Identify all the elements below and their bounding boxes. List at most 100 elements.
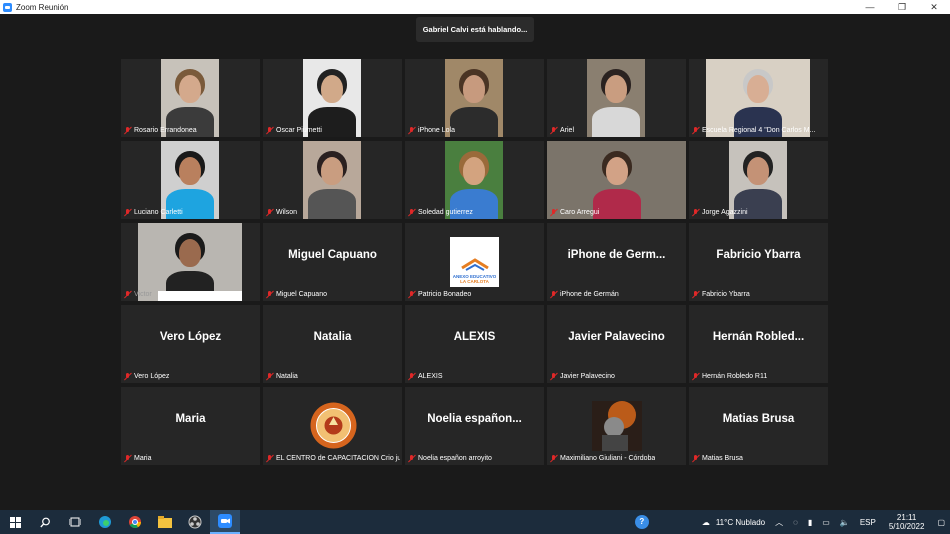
muted-mic-icon bbox=[691, 454, 700, 463]
muted-mic-icon bbox=[265, 372, 274, 381]
muted-mic-icon bbox=[123, 126, 132, 135]
participant-name-display: Noelia españon... bbox=[427, 413, 522, 425]
participant-tile[interactable]: Javier Palavecino Javier Palavecino bbox=[547, 305, 686, 383]
chrome-icon[interactable] bbox=[120, 510, 150, 534]
minimize-button[interactable]: — bbox=[854, 0, 886, 14]
obs-icon[interactable] bbox=[180, 510, 210, 534]
participant-name: Maria bbox=[134, 455, 152, 462]
muted-mic-icon bbox=[407, 290, 416, 299]
muted-mic-icon bbox=[691, 208, 700, 217]
participant-tile[interactable]: Hernán Robled... Hernán Robledo R11 bbox=[689, 305, 828, 383]
participant-tile[interactable]: Vero López Vero López bbox=[121, 305, 260, 383]
maximize-button[interactable]: ❐ bbox=[886, 0, 918, 14]
help-icon[interactable]: ? bbox=[634, 515, 649, 529]
participant-tile[interactable]: Miguel Capuano Miguel Capuano bbox=[263, 223, 402, 301]
participant-name-display: Fabricio Ybarra bbox=[716, 249, 801, 261]
participant-tile[interactable]: Luciano Carletti bbox=[121, 141, 260, 219]
participant-tile[interactable]: Soledad gutierrez bbox=[405, 141, 544, 219]
windows-start-icon[interactable] bbox=[0, 510, 30, 534]
participant-tile[interactable]: Matias Brusa Matias Brusa bbox=[689, 387, 828, 465]
edge-browser-icon[interactable] bbox=[90, 510, 120, 534]
participant-tile[interactable]: Jorge Agazzini bbox=[689, 141, 828, 219]
participant-name: Matias Brusa bbox=[702, 455, 743, 462]
participant-name: Jorge Agazzini bbox=[702, 209, 748, 216]
participant-name: Wilson bbox=[276, 209, 298, 216]
participant-name-label: Noelia españon arroyito bbox=[407, 453, 492, 464]
profile-photo bbox=[592, 401, 642, 451]
participant-name-display: Vero López bbox=[159, 331, 222, 343]
notifications-icon[interactable]: ▢ bbox=[937, 518, 945, 527]
participant-name-label: Matias Brusa bbox=[691, 453, 743, 464]
participant-name: Vero López bbox=[134, 373, 170, 380]
participant-tile[interactable]: Escuela Regional 4 "Don Carlos M... bbox=[689, 59, 828, 137]
participant-name-label: Fabricio Ybarra bbox=[691, 289, 750, 300]
participant-name-display: Matias Brusa bbox=[722, 413, 795, 425]
participant-name: Natalia bbox=[276, 373, 298, 380]
file-explorer-icon[interactable] bbox=[150, 510, 180, 534]
participant-video bbox=[587, 59, 645, 137]
muted-mic-icon bbox=[549, 126, 558, 135]
participant-name: Javier Palavecino bbox=[560, 373, 615, 380]
participant-tile[interactable]: iPhone Lola bbox=[405, 59, 544, 137]
muted-mic-icon bbox=[265, 208, 274, 217]
participant-tile[interactable]: Caro Arregui bbox=[547, 141, 686, 219]
muted-mic-icon bbox=[265, 290, 274, 299]
participant-name-label: Luciano Carletti bbox=[123, 207, 183, 218]
chevron-up-icon[interactable]: ︿ bbox=[775, 517, 783, 528]
school-logo: ANEXO EDUCATIVO LA CARLOTA bbox=[450, 237, 499, 287]
participant-name: Caro Arregui bbox=[560, 209, 600, 216]
clock[interactable]: 21:11 5/10/2022 bbox=[889, 513, 925, 531]
participant-tile[interactable]: Noelia españon... Noelia españon arroyito bbox=[405, 387, 544, 465]
participant-name-label: Escuela Regional 4 "Don Carlos M... bbox=[691, 125, 815, 136]
muted-mic-icon bbox=[549, 208, 558, 217]
participant-name-display: Miguel Capuano bbox=[288, 249, 377, 261]
muted-mic-icon bbox=[123, 454, 132, 463]
participant-tile[interactable]: Maximiliano Giuliani - Córdoba bbox=[547, 387, 686, 465]
window-titlebar: Zoom Reunión — ❐ ✕ bbox=[0, 0, 950, 14]
participant-name-display: iPhone de Germ... bbox=[567, 249, 666, 261]
participant-name-label: Caro Arregui bbox=[549, 207, 599, 218]
participant-name: Victor bbox=[134, 291, 152, 298]
participant-name: Soledad gutierrez bbox=[418, 209, 473, 216]
participant-name-label: Natalia bbox=[265, 371, 298, 382]
language-indicator[interactable]: ESP bbox=[860, 518, 876, 527]
network-icon[interactable]: ◌ bbox=[793, 518, 798, 527]
search-icon[interactable] bbox=[30, 510, 60, 534]
weather-text[interactable]: 11°C Nublado bbox=[716, 518, 765, 527]
participant-tile[interactable]: ANEXO EDUCATIVO LA CARLOTA Patricio Bonade… bbox=[405, 223, 544, 301]
muted-mic-icon bbox=[549, 290, 558, 299]
muted-mic-icon bbox=[407, 126, 416, 135]
participant-name-label: iPhone de Germán bbox=[549, 289, 619, 300]
participant-tile[interactable]: ALEXIS ALEXIS bbox=[405, 305, 544, 383]
participant-name-label: Wilson bbox=[265, 207, 297, 218]
participant-tile[interactable]: Victor bbox=[121, 223, 260, 301]
participant-tile[interactable]: EL CENTRO de CAPACITACION Crio ju... bbox=[263, 387, 402, 465]
participant-name: iPhone de Germán bbox=[560, 291, 619, 298]
volume-icon[interactable]: 🔈 bbox=[840, 518, 850, 527]
participant-tile[interactable]: Fabricio Ybarra Fabricio Ybarra bbox=[689, 223, 828, 301]
participant-tile[interactable]: Maria Maria bbox=[121, 387, 260, 465]
participant-tile[interactable]: Oscar Piumetti bbox=[263, 59, 402, 137]
battery-icon[interactable]: ▭ bbox=[822, 518, 830, 527]
muted-mic-icon bbox=[123, 372, 132, 381]
participant-tile[interactable]: Wilson bbox=[263, 141, 402, 219]
usb-icon[interactable]: ▮ bbox=[808, 518, 812, 527]
participant-name-label: iPhone Lola bbox=[407, 125, 455, 136]
participant-tile[interactable]: iPhone de Germ... iPhone de Germán bbox=[547, 223, 686, 301]
participant-tile[interactable]: Natalia Natalia bbox=[263, 305, 402, 383]
active-speaker-banner: Gabriel Calvi está hablando... bbox=[416, 17, 534, 42]
zoom-app-icon[interactable] bbox=[210, 510, 240, 534]
participant-name-label: Vero López bbox=[123, 371, 169, 382]
task-view-icon[interactable] bbox=[60, 510, 90, 534]
muted-mic-icon bbox=[407, 208, 416, 217]
participant-tile[interactable]: Rosario Errandonea bbox=[121, 59, 260, 137]
cloud-icon: ☁ bbox=[701, 517, 710, 527]
participant-tile[interactable]: Ariel bbox=[547, 59, 686, 137]
clock-time: 21:11 bbox=[896, 513, 917, 522]
participant-name-display: Maria bbox=[175, 413, 206, 425]
participant-name: Patricio Bonadeo bbox=[418, 291, 472, 298]
muted-mic-icon bbox=[691, 372, 700, 381]
participant-name-display: Javier Palavecino bbox=[568, 331, 665, 343]
close-button[interactable]: ✕ bbox=[918, 0, 950, 14]
clock-date: 5/10/2022 bbox=[888, 522, 925, 531]
